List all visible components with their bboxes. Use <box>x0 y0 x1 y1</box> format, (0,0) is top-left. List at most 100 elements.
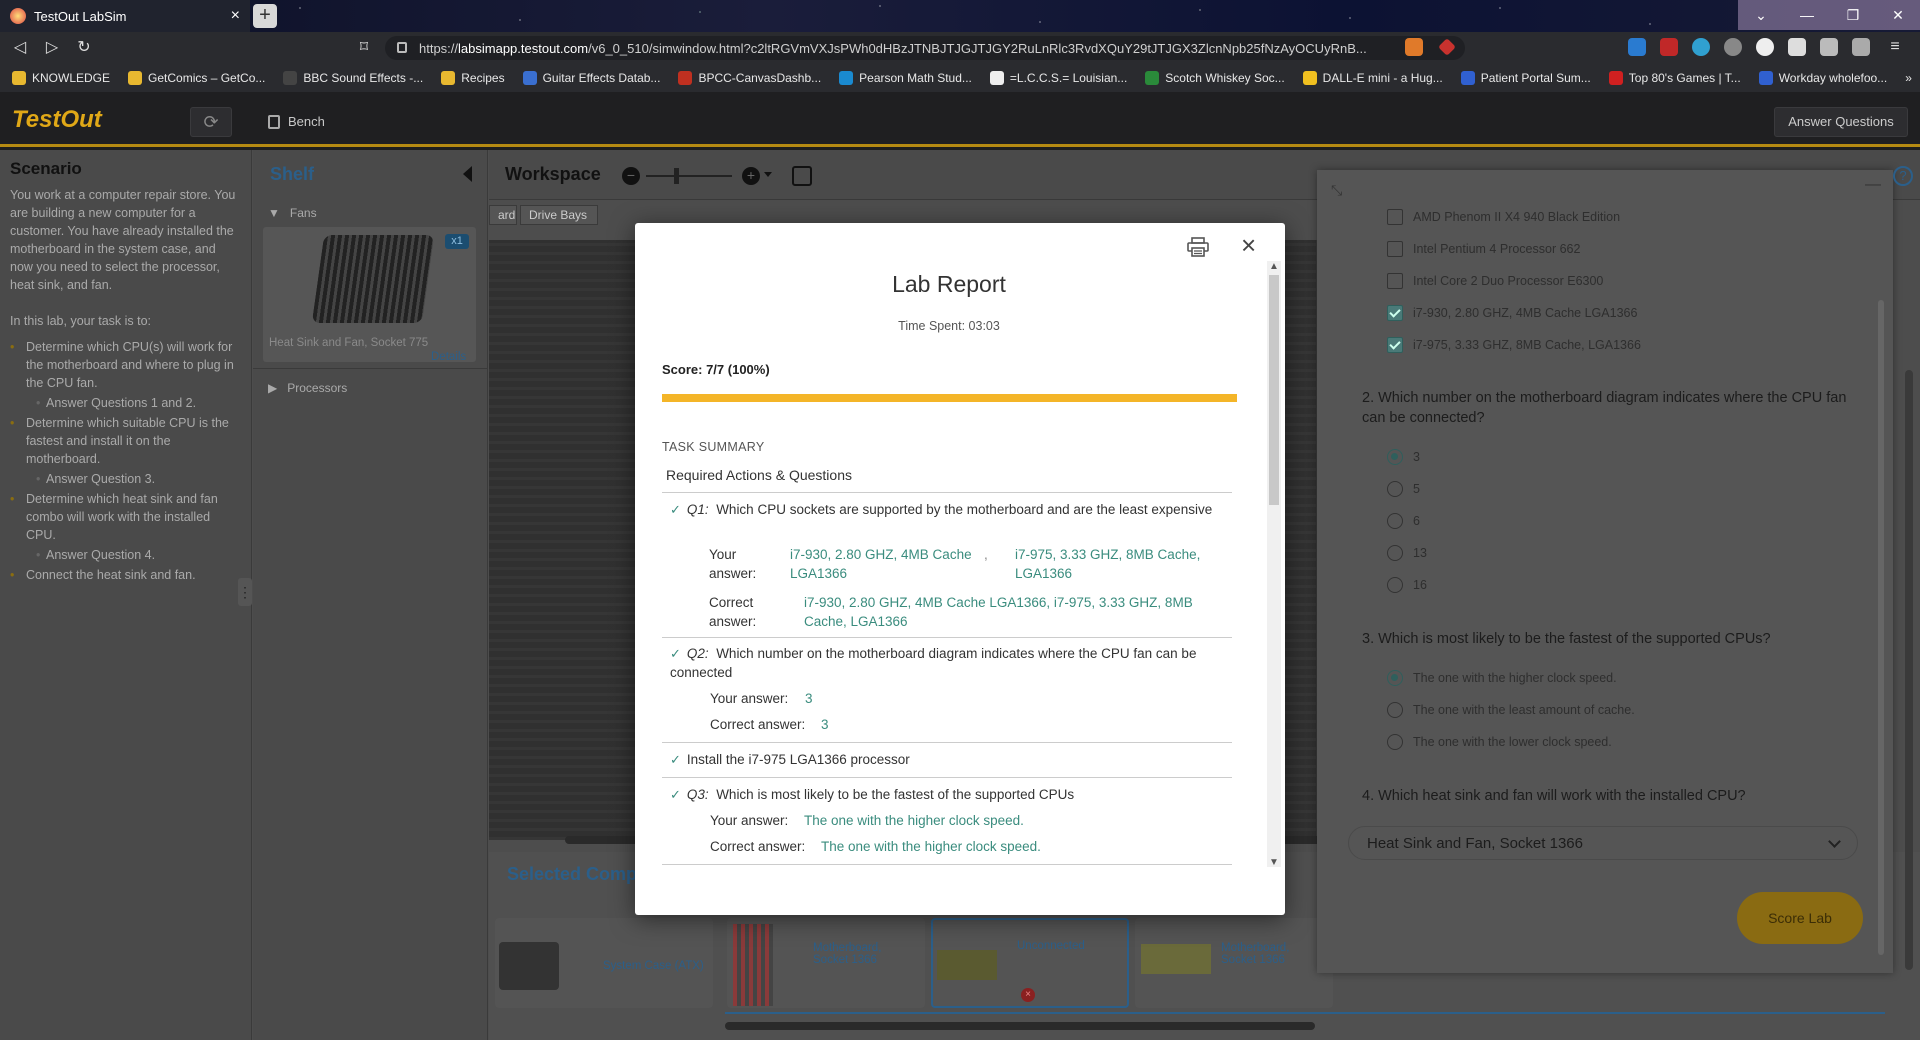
radio[interactable] <box>1387 481 1403 497</box>
time-spent: Time Spent: 03:03 <box>898 319 1000 333</box>
fit-screen-icon[interactable] <box>792 166 812 186</box>
extension-icon[interactable] <box>1628 38 1646 56</box>
scroll-down-icon[interactable]: ▼ <box>1269 857 1279 868</box>
component-card[interactable]: Motherboard, Socket 1366 <box>727 918 925 1008</box>
bookmark-item[interactable]: Pearson Math Stud... <box>839 71 972 85</box>
zoom-in-icon[interactable]: + <box>742 167 760 185</box>
extension-icon[interactable] <box>1660 38 1678 56</box>
back-icon[interactable]: ◁ <box>8 36 32 60</box>
forward-icon[interactable]: ▷ <box>40 36 64 60</box>
radio[interactable] <box>1387 734 1403 750</box>
restore-icon[interactable]: ❐ <box>1830 0 1876 30</box>
window-close-icon[interactable]: ✕ <box>1876 0 1920 30</box>
radio[interactable] <box>1387 577 1403 593</box>
tab-drive-bays[interactable]: Drive Bays <box>520 205 598 225</box>
tab-close-icon[interactable]: × <box>231 7 240 25</box>
scroll-up-icon[interactable]: ▲ <box>1269 261 1279 272</box>
components-hscrollbar[interactable] <box>725 1022 1315 1030</box>
component-card[interactable]: Motherboard, Socket 1366 <box>1135 918 1333 1008</box>
q1-option[interactable]: AMD Phenom II X4 940 Black Edition <box>1387 209 1620 225</box>
category-label: Fans <box>289 206 317 220</box>
address-bar[interactable]: https://labsimapp.testout.com/v6_0_510/s… <box>385 36 1465 60</box>
extension-icon[interactable] <box>1724 38 1742 56</box>
bookmark-item[interactable]: DALL-E mini - a Hug... <box>1302 71 1443 85</box>
q2-option[interactable]: 13 <box>1387 545 1427 561</box>
refresh-button[interactable]: ⟳ <box>190 107 232 137</box>
check-icon: ✓ <box>670 752 681 767</box>
component-card-selected[interactable]: Unconnected × <box>931 918 1129 1008</box>
q2-option[interactable]: 6 <box>1387 513 1420 529</box>
panel-splitter-handle[interactable]: ⋮ <box>238 578 252 606</box>
puzzle-icon[interactable] <box>1788 38 1806 56</box>
q4-dropdown[interactable]: Heat Sink and Fan, Socket 1366 <box>1348 826 1858 860</box>
radio-selected[interactable] <box>1387 670 1403 686</box>
checkbox[interactable] <box>1387 241 1403 257</box>
window-dropdown-icon[interactable]: ⌄ <box>1738 0 1784 30</box>
bookmark-item[interactable]: Workday wholefoo... <box>1758 71 1887 85</box>
extension-icon[interactable] <box>1756 38 1774 56</box>
zoom-slider-handle[interactable] <box>674 168 679 184</box>
bookmarks-overflow-icon[interactable]: » <box>1905 71 1912 85</box>
bookmark-item[interactable]: Guitar Effects Datab... <box>522 71 660 85</box>
page-scrollbar[interactable] <box>1905 370 1913 970</box>
zoom-slider[interactable] <box>646 175 732 177</box>
q3-option[interactable]: The one with the higher clock speed. <box>1387 670 1617 686</box>
bookmark-item[interactable]: Scotch Whiskey Soc... <box>1145 71 1285 85</box>
print-icon[interactable] <box>1187 237 1209 257</box>
extension-icon[interactable] <box>1692 38 1710 56</box>
minimize-panel-icon[interactable]: — <box>1865 176 1881 194</box>
report-scrollbar-thumb[interactable] <box>1269 275 1279 505</box>
shelf-category-fans[interactable]: ▼ Fans <box>268 206 317 220</box>
new-tab-button[interactable]: + <box>253 4 277 28</box>
bookmark-icon[interactable]: ⌑ <box>352 36 376 60</box>
bookmark-item[interactable]: Patient Portal Sum... <box>1460 71 1591 85</box>
bookmark-item[interactable]: KNOWLEDGE <box>12 71 110 85</box>
bookmark-item[interactable]: BBC Sound Effects -... <box>283 71 423 85</box>
q2-option[interactable]: 3 <box>1387 449 1420 465</box>
q3-option[interactable]: The one with the least amount of cache. <box>1387 702 1635 718</box>
answer-questions-button[interactable]: Answer Questions <box>1774 107 1908 137</box>
bookmark-item[interactable]: Recipes <box>441 71 505 85</box>
zoom-menu-icon[interactable] <box>764 172 772 177</box>
bookmark-favicon-icon <box>1758 71 1773 85</box>
q3-option[interactable]: The one with the lower clock speed. <box>1387 734 1612 750</box>
radio[interactable] <box>1387 702 1403 718</box>
details-link[interactable]: Details <box>431 351 466 363</box>
bookmark-item[interactable]: BPCC-CanvasDashb... <box>678 71 821 85</box>
q2-option[interactable]: 16 <box>1387 577 1427 593</box>
q2-option[interactable]: 5 <box>1387 481 1420 497</box>
checkbox-checked[interactable] <box>1387 305 1403 321</box>
reading-list-icon[interactable] <box>1820 38 1838 56</box>
q1-option[interactable]: i7-930, 2.80 GHZ, 4MB Cache LGA1366 <box>1387 305 1637 321</box>
bookmark-item[interactable]: =L.C.C.S.= Louisian... <box>989 71 1127 85</box>
q1-option[interactable]: i7-975, 3.33 GHZ, 8MB Cache, LGA1366 <box>1387 337 1641 353</box>
score-lab-button[interactable]: Score Lab <box>1737 892 1863 944</box>
browser-tab[interactable]: TestOut LabSim × <box>0 0 250 32</box>
checkbox-checked[interactable] <box>1387 337 1403 353</box>
brave-shield-icon[interactable] <box>1405 38 1423 56</box>
reload-icon[interactable]: ↻ <box>72 36 96 60</box>
collapse-panel-icon[interactable]: ⤡ <box>1331 182 1342 199</box>
bench-button[interactable]: Bench <box>268 114 325 129</box>
close-icon[interactable]: × <box>1241 231 1256 259</box>
questions-scrollbar[interactable] <box>1878 300 1884 955</box>
help-icon[interactable]: ? <box>1893 166 1913 186</box>
checkbox[interactable] <box>1387 273 1403 289</box>
zoom-out-icon[interactable]: − <box>622 167 640 185</box>
bookmark-item[interactable]: Top 80's Games | T... <box>1608 71 1741 85</box>
tab-motherboard[interactable]: ard <box>489 205 517 225</box>
minimize-icon[interactable]: — <box>1784 0 1830 30</box>
collapse-shelf-icon[interactable] <box>463 166 472 182</box>
bookmark-item[interactable]: GetComics – GetCo... <box>128 71 265 85</box>
shelf-category-processors[interactable]: ▶ Processors <box>268 381 347 395</box>
radio-selected[interactable] <box>1387 449 1403 465</box>
wallet-icon[interactable] <box>1852 38 1870 56</box>
checkbox[interactable] <box>1387 209 1403 225</box>
menu-icon[interactable]: ≡ <box>1886 38 1904 56</box>
component-card[interactable]: System Case (ATX) <box>495 918 713 1008</box>
q1-option[interactable]: Intel Core 2 Duo Processor E6300 <box>1387 273 1603 289</box>
radio[interactable] <box>1387 545 1403 561</box>
radio[interactable] <box>1387 513 1403 529</box>
q1-option[interactable]: Intel Pentium 4 Processor 662 <box>1387 241 1580 257</box>
divider <box>662 492 1232 493</box>
